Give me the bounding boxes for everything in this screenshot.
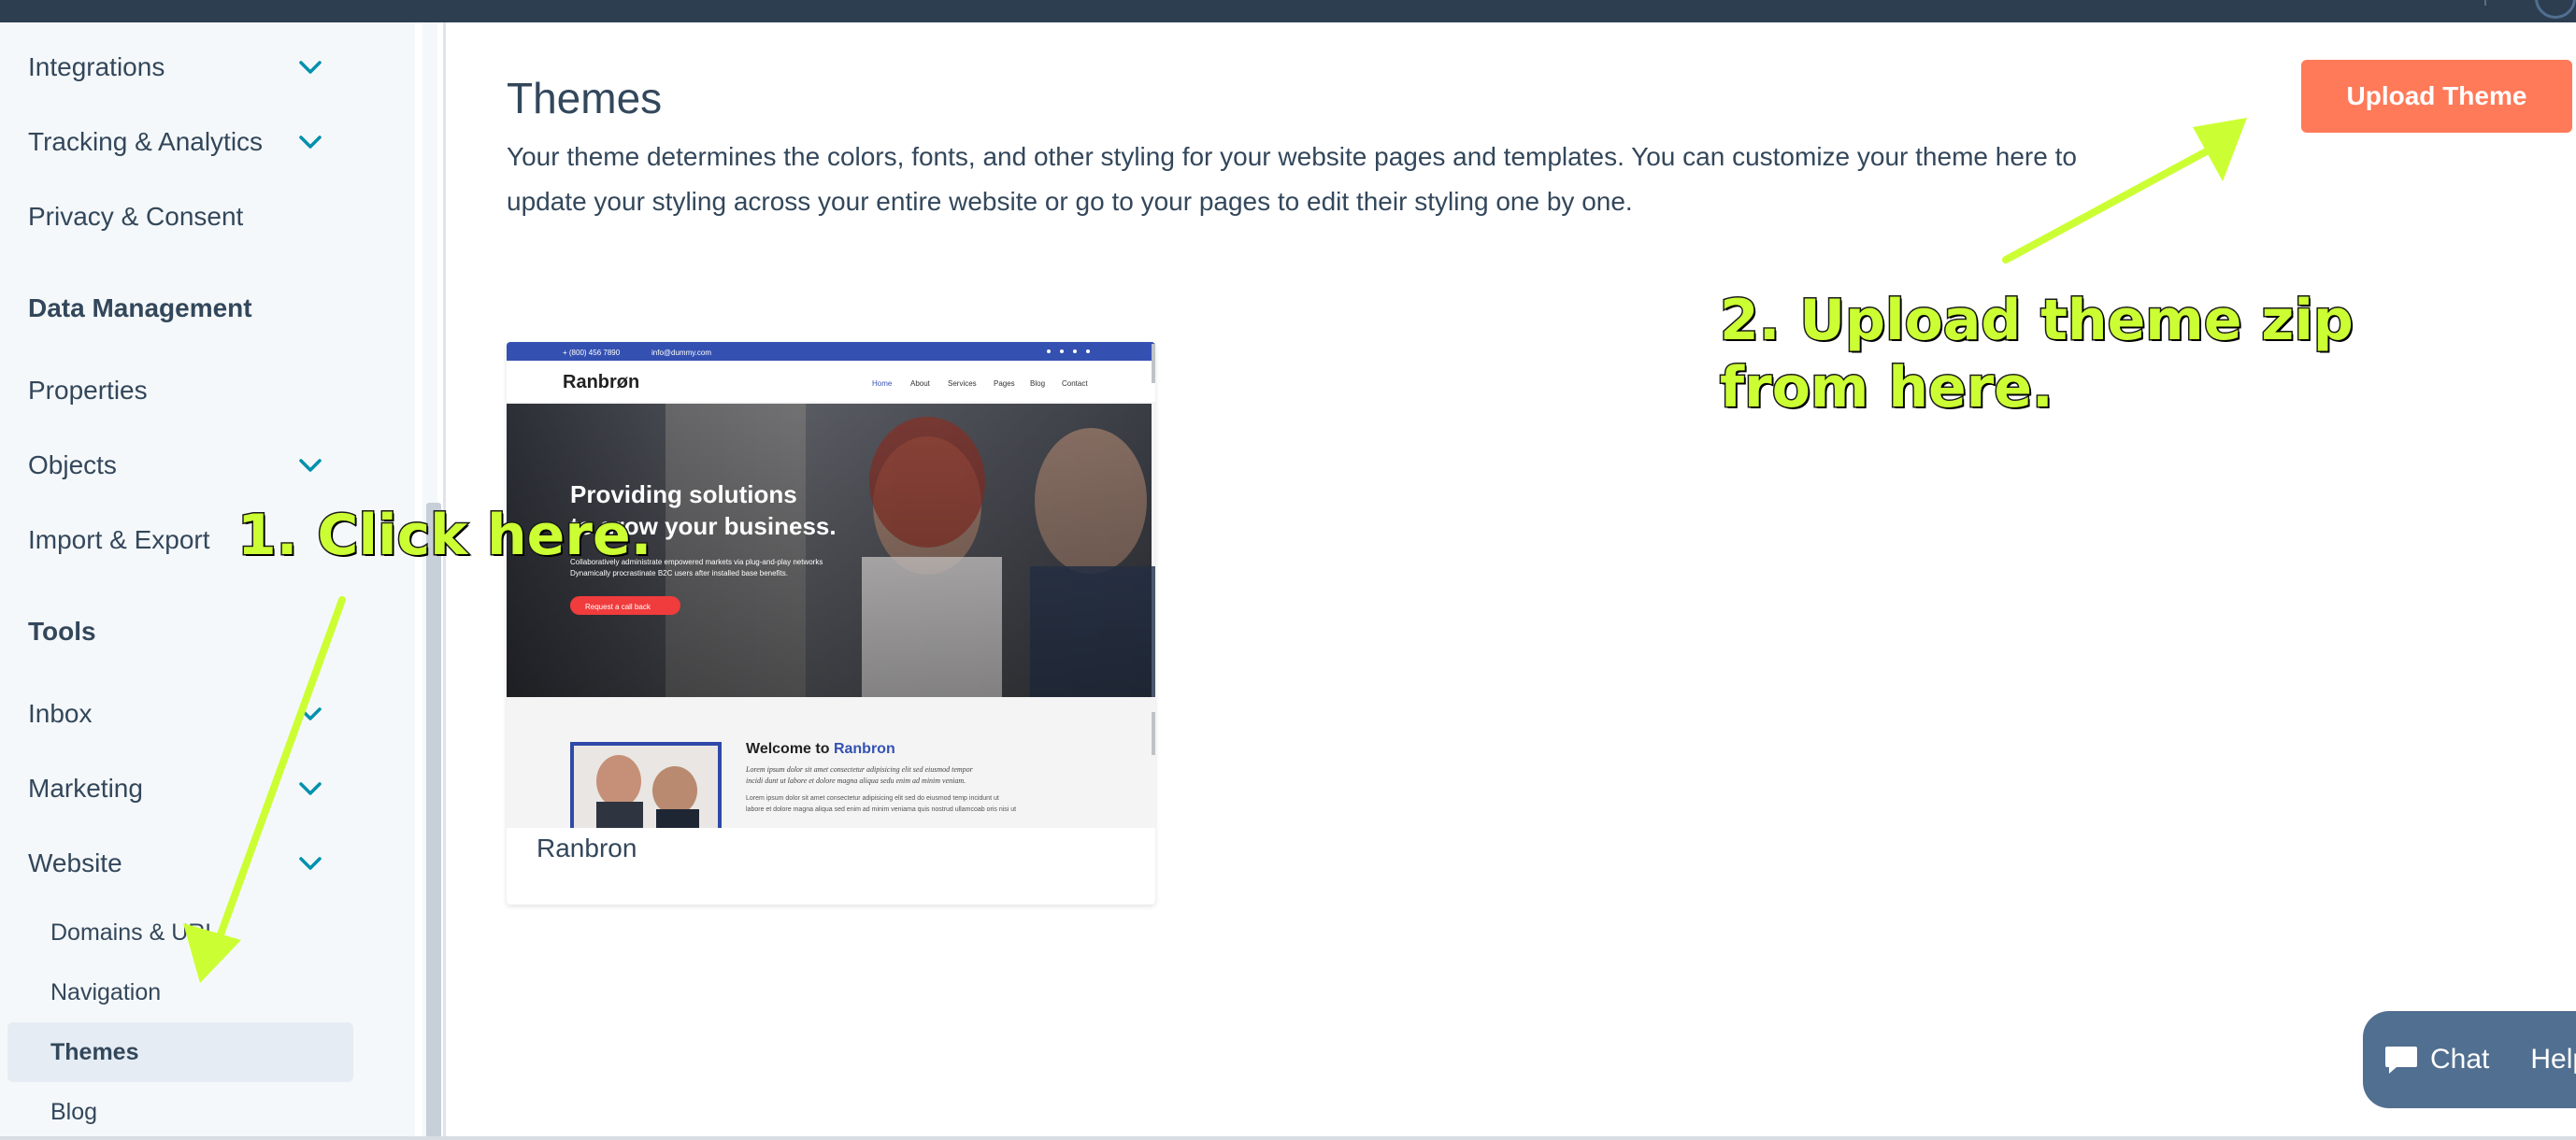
chat-bubble-icon	[2385, 1047, 2417, 1074]
chat-widget: Chat Help	[2363, 1011, 2576, 1108]
annotation-step-2-line-2: from here.	[1719, 354, 2055, 422]
window-bottom-edge	[0, 1136, 2576, 1140]
annotation-arrow-1	[183, 596, 346, 983]
app-root: Integrations Tracking & Analytics Privac…	[0, 0, 2576, 1140]
annotation-step-1: 1. Click here.	[236, 502, 652, 570]
annotation-arrow-2	[2002, 118, 2247, 264]
annotation-step-2-line-1: 2. Upload theme zip	[1719, 287, 2355, 355]
help-label: Help	[2530, 1044, 2576, 1075]
annotation-arrows	[183, 118, 2247, 983]
chat-label: Chat	[2430, 1044, 2490, 1075]
help-button[interactable]: Help	[2510, 1011, 2576, 1108]
chat-button[interactable]: Chat	[2363, 1011, 2510, 1108]
